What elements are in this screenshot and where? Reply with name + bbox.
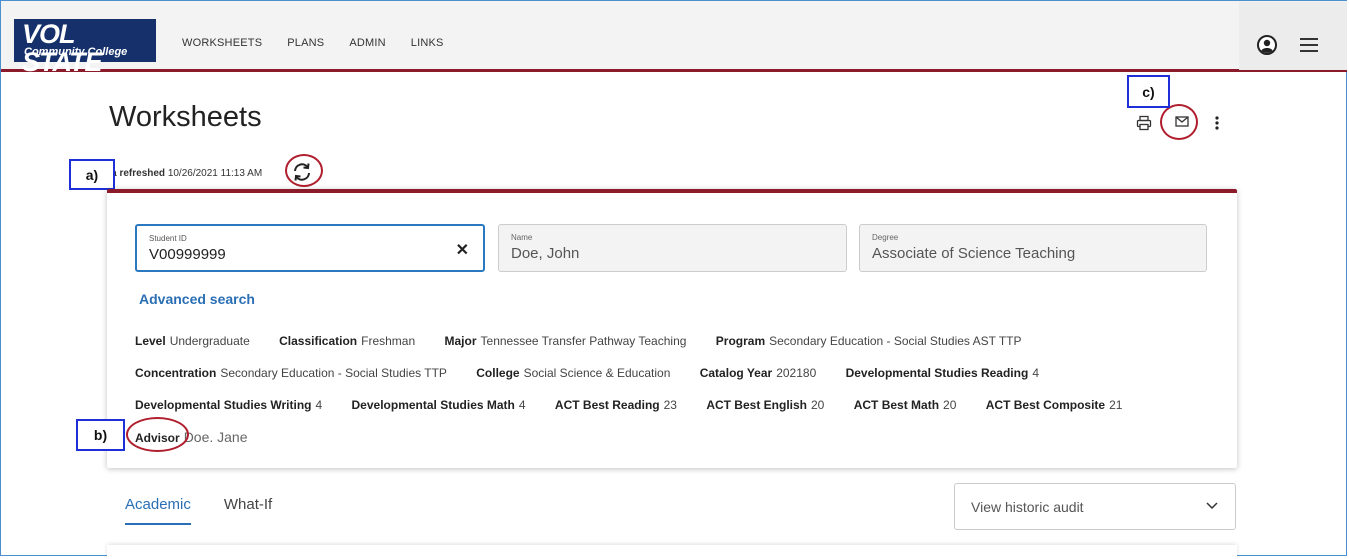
annotation-circle-refresh [285,154,323,187]
callout-b: b) [76,419,125,451]
header-actions [1239,2,1347,70]
attribute-row-2: Concentration Secondary Education - Socia… [135,366,1065,380]
callout-a: a) [69,159,115,190]
annotation-circle-advisor [126,417,189,452]
attr-major: Major Tennessee Transfer Pathway Teaching [444,334,687,348]
attr-act-english: ACT Best English 20 [706,398,825,412]
view-historic-audit-select[interactable]: View historic audit [954,483,1236,530]
tab-what-if[interactable]: What-If [224,496,272,525]
audit-tabs: Academic What-If [125,496,272,525]
attr-act-reading: ACT Best Reading 23 [554,398,677,412]
hamburger-menu-icon[interactable] [1299,36,1319,54]
main-nav: WORKSHEETS PLANS ADMIN LINKS [182,37,444,49]
name-label: Name [511,233,533,242]
nav-admin[interactable]: ADMIN [349,37,385,49]
nav-plans[interactable]: PLANS [287,37,324,49]
logo-sub-text: Community College [24,46,128,58]
degree-label: Degree [872,233,899,242]
attribute-row-1: Level Undergraduate Classification Freshma… [135,334,1047,348]
attr-level: Level Undergraduate [135,334,250,348]
attr-act-math: ACT Best Math 20 [853,398,957,412]
nav-links[interactable]: LINKS [411,37,444,49]
callout-c: c) [1127,75,1170,108]
data-refreshed-time: 10/26/2021 11:13 AM [167,168,263,179]
attr-dev-writing: Developmental Studies Writing 4 [135,398,323,412]
tab-academic[interactable]: Academic [125,496,191,525]
attr-dev-math: Developmental Studies Math 4 [351,398,526,412]
degree-value: Associate of Science Teaching [872,245,1076,262]
attr-college: College Social Science & Education [476,366,671,380]
print-icon[interactable] [1136,115,1152,131]
data-refreshed-line: Data refreshed 10/26/2021 11:13 AM [95,168,262,179]
attr-concentration: Concentration Secondary Education - Socia… [135,366,447,380]
student-id-value[interactable]: V00999999 [149,246,226,263]
worksheet-content-card [107,545,1237,559]
attr-program: Program Secondary Education - Social Stud… [715,334,1022,348]
advanced-search-link[interactable]: Advanced search [139,291,255,307]
student-id-field[interactable]: Student ID V00999999 ✕ [135,224,485,272]
college-logo[interactable]: VOL STATE Community College [14,19,156,76]
name-value: Doe, John [511,245,580,262]
attr-classification: Classification Freshman [279,334,416,348]
advisor-value: Doe. Jane [183,429,248,445]
attr-catalog-year: Catalog Year 202180 [699,366,817,380]
user-account-icon[interactable] [1257,35,1277,55]
degree-field[interactable]: Degree Associate of Science Teaching [859,224,1207,272]
annotation-circle-email [1160,104,1198,140]
student-id-label: Student ID [149,234,187,243]
top-bar: VOL STATE Community College WORKSHEETS P… [1,1,1347,76]
name-field: Name Doe, John [498,224,847,272]
attr-dev-reading: Developmental Studies Reading 4 [845,366,1039,380]
historic-audit-value: View historic audit [971,499,1084,515]
nav-worksheets[interactable]: WORKSHEETS [182,37,262,49]
student-info-card: Student ID V00999999 ✕ Name Doe, John De… [107,189,1237,468]
attribute-row-3: Developmental Studies Writing 4 Developme… [135,398,1148,412]
more-options-icon[interactable] [1213,114,1221,132]
attr-act-composite: ACT Best Composite 21 [985,398,1123,412]
page-title: Worksheets [109,101,262,133]
chevron-down-icon [1206,502,1218,510]
clear-icon[interactable]: ✕ [456,240,469,260]
